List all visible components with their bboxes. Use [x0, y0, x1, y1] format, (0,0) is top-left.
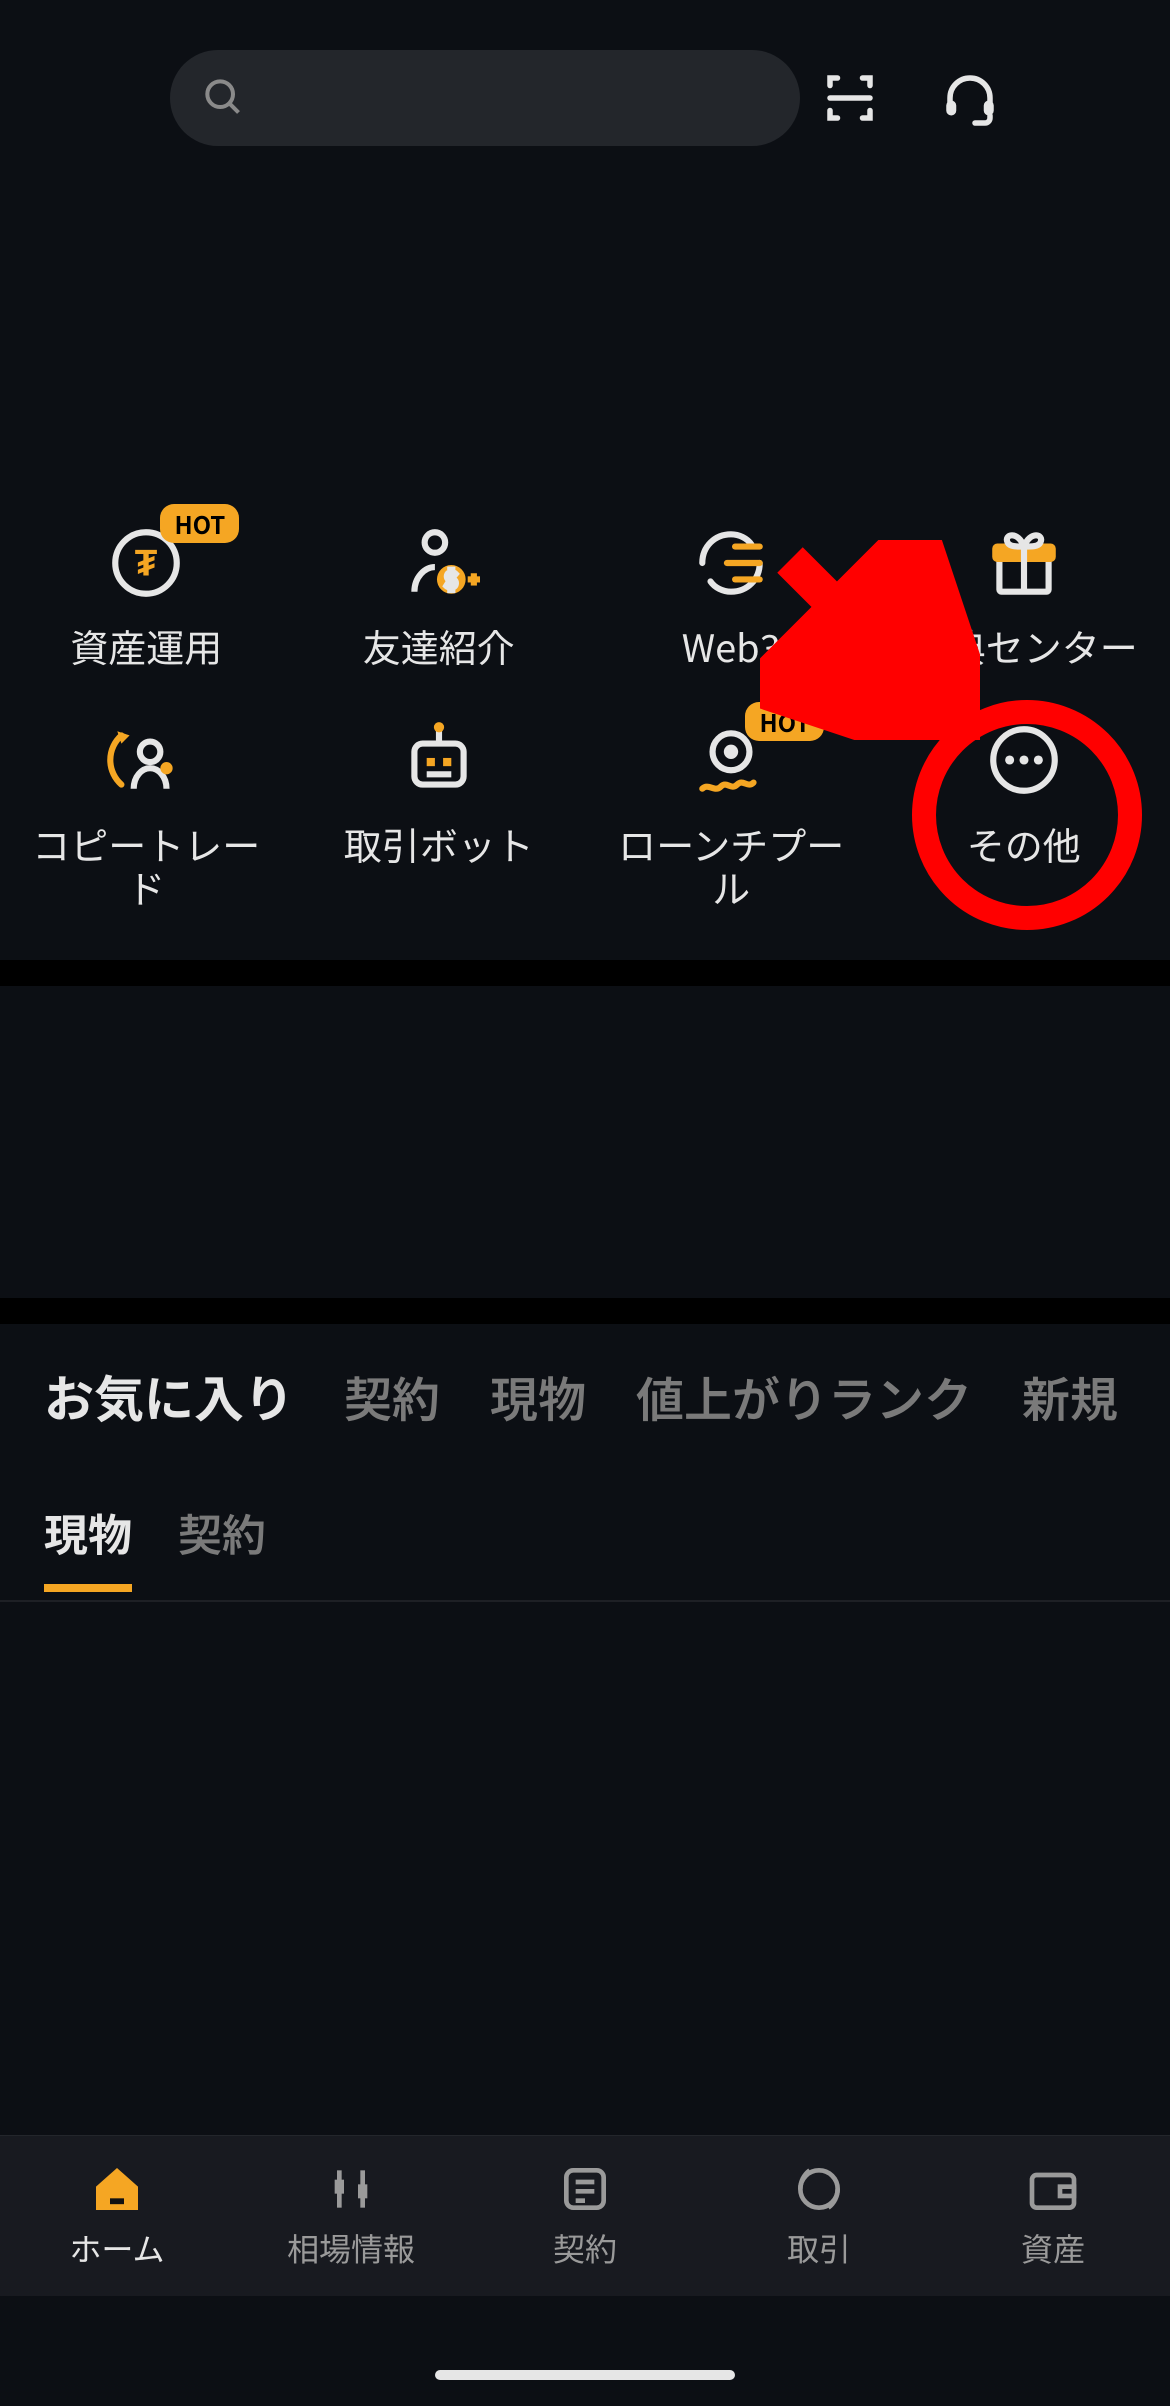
shortcut-copytrade[interactable]: コピートレード: [0, 718, 293, 909]
search-icon: [200, 74, 244, 123]
search-input[interactable]: [170, 50, 800, 146]
shortcut-rewards[interactable]: 特典センター: [878, 520, 1170, 668]
shortcut-web3[interactable]: Web3: [585, 520, 878, 668]
bot-icon: [398, 719, 480, 806]
gift-icon: [983, 522, 1065, 609]
shortcut-label: コピートレード: [16, 822, 276, 909]
shortcut-label: 特典センター: [910, 624, 1138, 668]
market-sub-tabs: 現物 契約: [44, 1500, 266, 1592]
tab-futures[interactable]: 契約: [344, 1361, 440, 1431]
tab-label: 相場情報: [287, 2225, 415, 2271]
separator: [0, 1298, 1170, 1324]
svg-text:₮: ₮: [135, 532, 158, 586]
scan-button[interactable]: [820, 68, 880, 128]
shortcut-label: Web3: [682, 624, 781, 668]
tab-assets[interactable]: 資産: [936, 2136, 1170, 2296]
referral-icon: $: [398, 522, 480, 609]
tab-label: 取引: [787, 2225, 851, 2271]
markets-icon: [323, 2161, 379, 2217]
tab-new[interactable]: 新規: [1022, 1361, 1118, 1431]
tab-gainers[interactable]: 値上がりランク: [636, 1361, 972, 1431]
wallet-icon: [1025, 2161, 1081, 2217]
tab-markets[interactable]: 相場情報: [234, 2136, 468, 2296]
home-indicator: [435, 2370, 735, 2380]
more-icon: [983, 719, 1065, 806]
tab-label: 資産: [1021, 2225, 1085, 2271]
shortcut-label: 資産運用: [70, 624, 222, 668]
home-icon: [89, 2161, 145, 2217]
shortcut-label: 取引ボット: [344, 822, 534, 866]
divider: [0, 1600, 1170, 1602]
copytrade-icon: [105, 719, 187, 806]
web3-icon: [690, 522, 772, 609]
shortcut-earn[interactable]: ₮ HOT 資産運用: [0, 520, 293, 668]
hot-badge: HOT: [745, 702, 824, 741]
tab-trade[interactable]: 取引: [702, 2136, 936, 2296]
support-button[interactable]: [940, 68, 1000, 128]
shortcut-grid: ₮ HOT 資産運用 $ 友達紹介: [0, 520, 1170, 909]
shortcut-label: その他: [967, 822, 1081, 866]
trade-icon: [791, 2161, 847, 2217]
tab-spot[interactable]: 現物: [490, 1361, 586, 1431]
separator: [0, 960, 1170, 986]
shortcut-bot[interactable]: 取引ボット: [293, 718, 586, 909]
svg-text:$: $: [445, 563, 457, 593]
tab-favorites[interactable]: お気に入り: [44, 1360, 294, 1432]
subtab-futures[interactable]: 契約: [178, 1500, 266, 1584]
shortcut-label: 友達紹介: [363, 624, 515, 668]
market-category-tabs: お気に入り 契約 現物 値上がりランク 新規: [44, 1360, 1150, 1432]
shortcut-label: ローンチプール: [601, 822, 861, 909]
bottom-tabbar: ホーム 相場情報 契約 取引 資産: [0, 2135, 1170, 2296]
shortcut-launchpool[interactable]: HOT ローンチプール: [585, 718, 878, 909]
tab-label: 契約: [553, 2225, 617, 2271]
shortcut-more[interactable]: その他: [878, 718, 1170, 909]
subtab-spot[interactable]: 現物: [44, 1500, 132, 1592]
tab-label: ホーム: [69, 2225, 164, 2271]
shortcut-referral[interactable]: $ 友達紹介: [293, 520, 586, 668]
tab-home[interactable]: ホーム: [0, 2136, 234, 2296]
futures-icon: [557, 2161, 613, 2217]
tab-futures-nav[interactable]: 契約: [468, 2136, 702, 2296]
hot-badge: HOT: [160, 504, 239, 543]
